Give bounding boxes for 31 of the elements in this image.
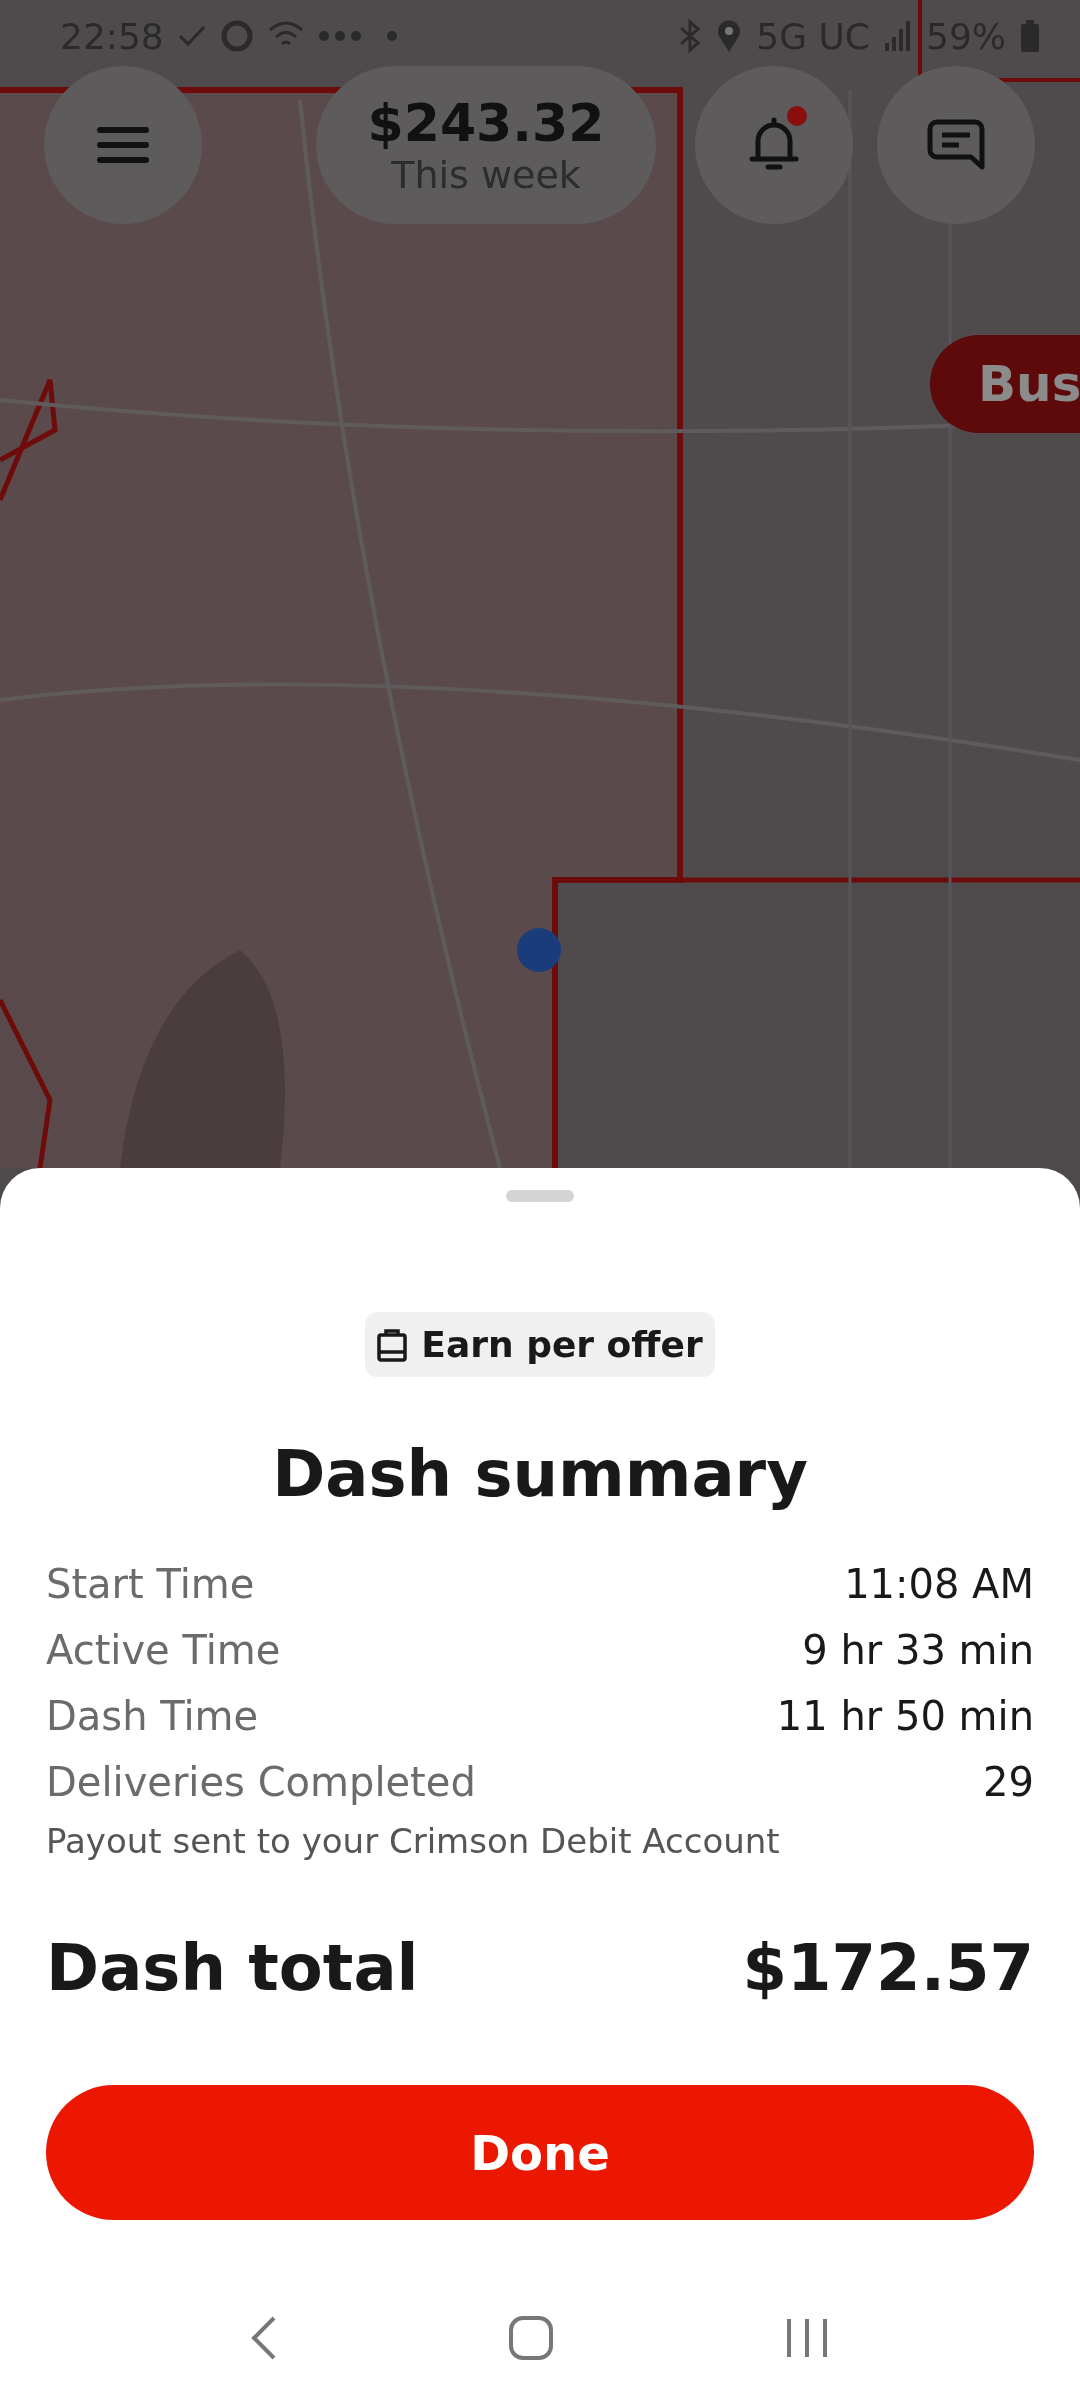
drag-handle[interactable] <box>506 1190 574 1202</box>
stat-label: Start Time <box>46 1561 255 1607</box>
stat-value: 9 hr 33 min <box>802 1627 1034 1673</box>
sheet-title: Dash summary <box>272 1437 808 1511</box>
menu-icon <box>97 126 149 164</box>
location-icon <box>716 19 743 53</box>
stat-label: Dash Time <box>46 1693 259 1739</box>
home-icon[interactable] <box>508 2315 554 2361</box>
check-icon <box>177 24 206 48</box>
stat-value: 11:08 AM <box>844 1561 1034 1607</box>
back-icon[interactable] <box>251 2315 278 2361</box>
ring-icon <box>219 19 254 53</box>
battery-icon <box>1020 20 1040 52</box>
payout-note: Payout sent to your Crimson Debit Account <box>46 1821 781 1861</box>
more-icon <box>317 30 398 42</box>
recents-icon[interactable] <box>784 2317 829 2359</box>
done-button[interactable]: Done <box>46 2085 1034 2220</box>
total-label: Dash total <box>46 1931 419 2005</box>
stat-value: 29 <box>983 1759 1034 1805</box>
pay-model-label: Earn per offer <box>421 1324 703 1365</box>
weekly-earnings: $243.32 <box>367 93 605 153</box>
total-value: $172.57 <box>742 1931 1034 2005</box>
zone-status-badge: Bus <box>930 335 1080 433</box>
signal-icon <box>884 21 912 51</box>
bag-icon <box>377 1327 408 1362</box>
bell-icon <box>748 117 800 173</box>
bluetooth-icon <box>678 19 703 53</box>
stat-value: 11 hr 50 min <box>776 1693 1034 1739</box>
stat-label: Active Time <box>46 1627 281 1673</box>
chat-icon <box>927 119 985 171</box>
stat-label: Deliveries Completed <box>46 1759 476 1805</box>
